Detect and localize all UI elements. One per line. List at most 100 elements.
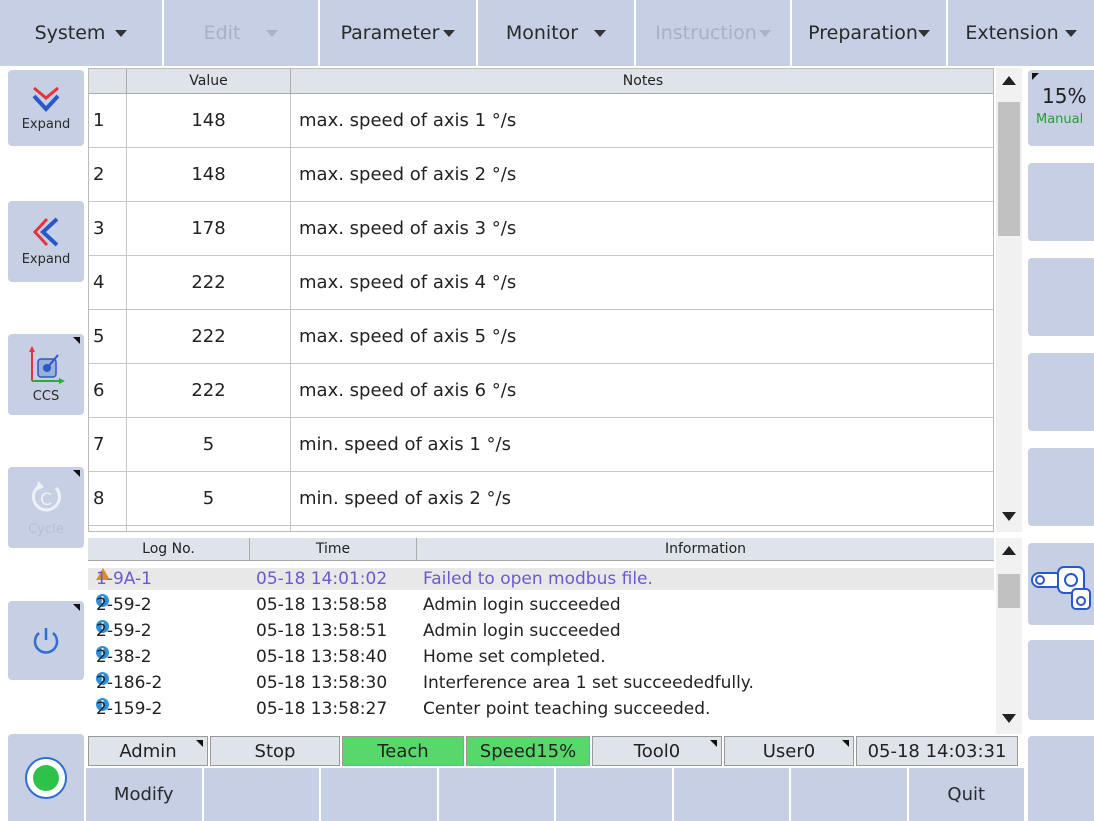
right-key-4[interactable]	[1028, 448, 1094, 526]
robot-arm-icon	[1031, 566, 1091, 610]
scroll-up-icon[interactable]	[1002, 76, 1016, 85]
status-bar: Admin Stop Teach Speed15% Tool0 User0 05…	[88, 736, 1022, 766]
expand-left-button[interactable]: Expand	[8, 201, 84, 282]
right-key-5[interactable]	[1028, 640, 1094, 720]
power-button[interactable]	[8, 601, 84, 680]
coordinate-system-icon	[29, 346, 65, 384]
record-icon	[25, 756, 67, 799]
robot-button[interactable]	[1028, 543, 1094, 625]
table-row[interactable]: 6 222 max. speed of axis 6 °/s	[89, 364, 993, 418]
col-value-header: Value	[127, 69, 291, 93]
table-row[interactable]: 5 222 max. speed of axis 5 °/s	[89, 310, 993, 364]
log-scrollbar[interactable]	[996, 538, 1022, 734]
expand-left-label: Expand	[21, 252, 71, 267]
col-log-no-header: Log No.	[88, 538, 250, 560]
log-table: Log No. Time Information 1-9A-1 05-18 14…	[88, 538, 994, 734]
corner-indicator-icon	[196, 740, 203, 747]
status-tool[interactable]: Tool0	[592, 736, 722, 766]
status-datetime: 05-18 14:03:31	[856, 736, 1018, 766]
col-time-header: Time	[250, 538, 417, 560]
corner-indicator-icon	[710, 740, 717, 747]
status-mode: Teach	[342, 736, 464, 766]
status-speed[interactable]: Speed15%	[466, 736, 590, 766]
scroll-down-icon[interactable]	[1002, 512, 1016, 521]
function-key-3[interactable]	[321, 768, 437, 821]
chevron-down-icon	[115, 29, 128, 37]
log-row[interactable]: ! 2-38-2 05-18 13:58:40 Home set complete…	[88, 646, 994, 668]
expand-down-button[interactable]: Expand	[8, 70, 84, 146]
menu-system[interactable]: System	[0, 0, 164, 66]
top-menu: System Edit Parameter Monitor Instructio…	[0, 0, 1094, 66]
table-row[interactable]: 4 222 max. speed of axis 4 °/s	[89, 256, 993, 310]
speed-mode-button[interactable]: 15% Manual	[1028, 70, 1094, 146]
table-row[interactable]: 1 148 max. speed of axis 1 °/s	[89, 94, 993, 148]
scrollbar-thumb[interactable]	[998, 574, 1020, 608]
mode-readout: Manual	[1036, 112, 1084, 127]
status-state: Stop	[210, 736, 340, 766]
menu-parameter[interactable]: Parameter	[320, 0, 478, 66]
cycle-button[interactable]: C Cycle	[8, 467, 84, 548]
menu-extension[interactable]: Extension	[948, 0, 1094, 66]
expand-left-icon	[32, 217, 59, 247]
right-key-2[interactable]	[1028, 258, 1094, 336]
svg-text:C: C	[40, 490, 52, 510]
table-row[interactable]: 8 5 min. speed of axis 2 °/s	[89, 472, 993, 526]
menu-edit[interactable]: Edit	[164, 0, 320, 66]
chevron-down-icon	[266, 29, 279, 37]
expand-down-label: Expand	[21, 116, 71, 132]
chevron-down-icon	[917, 29, 930, 37]
right-key-1[interactable]	[1028, 163, 1094, 241]
corner-indicator-icon	[73, 470, 80, 477]
table-row[interactable]: 2 148 max. speed of axis 2 °/s	[89, 148, 993, 202]
table-row[interactable]	[89, 526, 993, 531]
ccs-label: CCS	[32, 389, 60, 404]
log-row[interactable]: ! 2-59-2 05-18 13:58:58 Admin login succe…	[88, 594, 994, 616]
col-information-header: Information	[664, 541, 747, 557]
chevron-down-icon	[758, 29, 771, 37]
right-key-6[interactable]	[1028, 736, 1094, 821]
corner-indicator-icon	[842, 740, 849, 747]
status-user-frame[interactable]: User0	[724, 736, 854, 766]
col-index-header	[89, 69, 127, 93]
table-row[interactable]: 3 178 max. speed of axis 3 °/s	[89, 202, 993, 256]
ccs-button[interactable]: CCS	[8, 334, 84, 415]
log-table-header: Log No. Time Information	[88, 538, 994, 561]
corner-indicator-icon	[73, 337, 80, 344]
function-key-7[interactable]	[791, 768, 907, 821]
cycle-label: Cycle	[28, 522, 64, 537]
menu-instruction[interactable]: Instruction	[636, 0, 792, 66]
table-row[interactable]: 7 5 min. speed of axis 1 °/s	[89, 418, 993, 472]
scroll-down-icon[interactable]	[1002, 714, 1016, 723]
power-icon	[33, 627, 59, 654]
cycle-icon: C	[31, 481, 61, 512]
record-button[interactable]	[8, 734, 84, 821]
corner-indicator-icon	[73, 604, 80, 611]
scroll-up-icon[interactable]	[1002, 546, 1016, 555]
right-key-3[interactable]	[1028, 353, 1094, 431]
function-key-5[interactable]	[556, 768, 672, 821]
function-keys: Modify Quit	[86, 768, 1024, 821]
expand-down-icon	[32, 86, 60, 112]
modify-button[interactable]: Modify	[86, 768, 202, 821]
parameter-scrollbar[interactable]	[996, 68, 1022, 532]
menu-preparation[interactable]: Preparation	[792, 0, 948, 66]
status-user[interactable]: Admin	[88, 736, 208, 766]
log-row[interactable]: ! 2-59-2 05-18 13:58:51 Admin login succe…	[88, 620, 994, 642]
parameter-table: Value Notes 1 148 max. speed of axis 1 °…	[88, 68, 994, 532]
parameter-table-header: Value Notes	[89, 69, 993, 94]
chevron-down-icon	[1064, 29, 1077, 37]
quit-button[interactable]: Quit	[908, 768, 1024, 821]
menu-monitor[interactable]: Monitor	[478, 0, 636, 66]
log-row[interactable]: 1-9A-1 05-18 14:01:02 Failed to open mod…	[88, 568, 994, 590]
speed-readout: 15%	[1042, 84, 1087, 108]
scrollbar-thumb[interactable]	[998, 102, 1020, 236]
log-row[interactable]: ! 2-159-2 05-18 13:58:27 Center point tea…	[88, 698, 994, 720]
chevron-down-icon	[594, 29, 607, 37]
chevron-down-icon	[443, 29, 456, 37]
function-key-2[interactable]	[203, 768, 319, 821]
col-notes-header: Notes	[622, 73, 664, 89]
function-key-6[interactable]	[673, 768, 789, 821]
corner-indicator-icon	[1032, 73, 1039, 80]
function-key-4[interactable]	[438, 768, 554, 821]
log-row[interactable]: ! 2-186-2 05-18 13:58:30 Interference are…	[88, 672, 994, 694]
